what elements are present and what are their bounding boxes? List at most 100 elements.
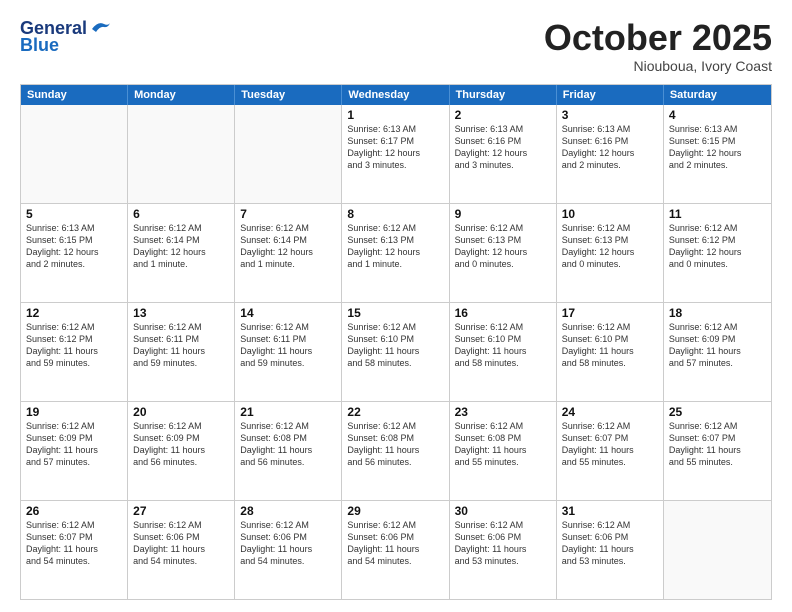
day-cell: 7Sunrise: 6:12 AM Sunset: 6:14 PM Daylig… [235,204,342,302]
day-info: Sunrise: 6:12 AM Sunset: 6:06 PM Dayligh… [562,519,658,568]
day-headers: SundayMondayTuesdayWednesdayThursdayFrid… [21,85,771,105]
day-info: Sunrise: 6:12 AM Sunset: 6:14 PM Dayligh… [240,222,336,271]
day-info: Sunrise: 6:13 AM Sunset: 6:15 PM Dayligh… [669,123,766,172]
page-container: General Blue October 2025 Niouboua, Ivor… [0,0,792,612]
day-info: Sunrise: 6:12 AM Sunset: 6:09 PM Dayligh… [133,420,229,469]
day-cell: 10Sunrise: 6:12 AM Sunset: 6:13 PM Dayli… [557,204,664,302]
day-info: Sunrise: 6:13 AM Sunset: 6:15 PM Dayligh… [26,222,122,271]
day-info: Sunrise: 6:12 AM Sunset: 6:10 PM Dayligh… [455,321,551,370]
day-number: 7 [240,207,336,221]
day-cell: 1Sunrise: 6:13 AM Sunset: 6:17 PM Daylig… [342,105,449,203]
day-cell: 20Sunrise: 6:12 AM Sunset: 6:09 PM Dayli… [128,402,235,500]
day-number: 25 [669,405,766,419]
day-number: 22 [347,405,443,419]
day-number: 10 [562,207,658,221]
day-cell: 27Sunrise: 6:12 AM Sunset: 6:06 PM Dayli… [128,501,235,599]
day-number: 31 [562,504,658,518]
day-number: 20 [133,405,229,419]
day-cell: 19Sunrise: 6:12 AM Sunset: 6:09 PM Dayli… [21,402,128,500]
day-cell: 25Sunrise: 6:12 AM Sunset: 6:07 PM Dayli… [664,402,771,500]
day-number: 15 [347,306,443,320]
day-info: Sunrise: 6:12 AM Sunset: 6:07 PM Dayligh… [26,519,122,568]
day-cell: 3Sunrise: 6:13 AM Sunset: 6:16 PM Daylig… [557,105,664,203]
day-info: Sunrise: 6:12 AM Sunset: 6:13 PM Dayligh… [562,222,658,271]
day-cell: 30Sunrise: 6:12 AM Sunset: 6:06 PM Dayli… [450,501,557,599]
day-header-sunday: Sunday [21,85,128,105]
day-info: Sunrise: 6:12 AM Sunset: 6:09 PM Dayligh… [669,321,766,370]
day-number: 28 [240,504,336,518]
day-cell: 15Sunrise: 6:12 AM Sunset: 6:10 PM Dayli… [342,303,449,401]
day-info: Sunrise: 6:12 AM Sunset: 6:09 PM Dayligh… [26,420,122,469]
day-cell: 24Sunrise: 6:12 AM Sunset: 6:07 PM Dayli… [557,402,664,500]
day-info: Sunrise: 6:12 AM Sunset: 6:14 PM Dayligh… [133,222,229,271]
day-number: 4 [669,108,766,122]
day-info: Sunrise: 6:12 AM Sunset: 6:10 PM Dayligh… [562,321,658,370]
day-info: Sunrise: 6:12 AM Sunset: 6:07 PM Dayligh… [562,420,658,469]
location: Niouboua, Ivory Coast [544,58,772,74]
day-info: Sunrise: 6:12 AM Sunset: 6:08 PM Dayligh… [347,420,443,469]
day-header-thursday: Thursday [450,85,557,105]
month-title: October 2025 [544,18,772,58]
day-info: Sunrise: 6:12 AM Sunset: 6:10 PM Dayligh… [347,321,443,370]
day-number: 8 [347,207,443,221]
day-number: 2 [455,108,551,122]
day-cell: 9Sunrise: 6:12 AM Sunset: 6:13 PM Daylig… [450,204,557,302]
day-number: 26 [26,504,122,518]
title-area: October 2025 Niouboua, Ivory Coast [544,18,772,74]
day-number: 18 [669,306,766,320]
day-number: 19 [26,405,122,419]
header: General Blue October 2025 Niouboua, Ivor… [20,18,772,74]
day-cell: 18Sunrise: 6:12 AM Sunset: 6:09 PM Dayli… [664,303,771,401]
day-info: Sunrise: 6:12 AM Sunset: 6:06 PM Dayligh… [133,519,229,568]
day-info: Sunrise: 6:13 AM Sunset: 6:16 PM Dayligh… [562,123,658,172]
day-number: 5 [26,207,122,221]
day-info: Sunrise: 6:12 AM Sunset: 6:11 PM Dayligh… [240,321,336,370]
day-cell: 8Sunrise: 6:12 AM Sunset: 6:13 PM Daylig… [342,204,449,302]
day-info: Sunrise: 6:12 AM Sunset: 6:13 PM Dayligh… [347,222,443,271]
day-cell: 26Sunrise: 6:12 AM Sunset: 6:07 PM Dayli… [21,501,128,599]
day-info: Sunrise: 6:12 AM Sunset: 6:12 PM Dayligh… [669,222,766,271]
week-row-1: 1Sunrise: 6:13 AM Sunset: 6:17 PM Daylig… [21,105,771,203]
day-number: 27 [133,504,229,518]
day-info: Sunrise: 6:12 AM Sunset: 6:08 PM Dayligh… [240,420,336,469]
calendar: SundayMondayTuesdayWednesdayThursdayFrid… [20,84,772,600]
day-header-monday: Monday [128,85,235,105]
day-cell: 29Sunrise: 6:12 AM Sunset: 6:06 PM Dayli… [342,501,449,599]
day-cell: 6Sunrise: 6:12 AM Sunset: 6:14 PM Daylig… [128,204,235,302]
day-number: 29 [347,504,443,518]
day-number: 13 [133,306,229,320]
day-number: 23 [455,405,551,419]
day-cell: 5Sunrise: 6:13 AM Sunset: 6:15 PM Daylig… [21,204,128,302]
day-info: Sunrise: 6:13 AM Sunset: 6:16 PM Dayligh… [455,123,551,172]
day-cell [235,105,342,203]
day-cell: 28Sunrise: 6:12 AM Sunset: 6:06 PM Dayli… [235,501,342,599]
day-number: 11 [669,207,766,221]
logo-blue: Blue [20,35,59,56]
day-info: Sunrise: 6:12 AM Sunset: 6:08 PM Dayligh… [455,420,551,469]
day-cell [21,105,128,203]
day-number: 21 [240,405,336,419]
day-info: Sunrise: 6:12 AM Sunset: 6:07 PM Dayligh… [669,420,766,469]
day-number: 1 [347,108,443,122]
day-number: 14 [240,306,336,320]
day-cell: 11Sunrise: 6:12 AM Sunset: 6:12 PM Dayli… [664,204,771,302]
logo-bird-icon [90,19,112,35]
day-cell: 14Sunrise: 6:12 AM Sunset: 6:11 PM Dayli… [235,303,342,401]
day-info: Sunrise: 6:12 AM Sunset: 6:12 PM Dayligh… [26,321,122,370]
day-info: Sunrise: 6:12 AM Sunset: 6:06 PM Dayligh… [455,519,551,568]
day-number: 17 [562,306,658,320]
day-info: Sunrise: 6:12 AM Sunset: 6:13 PM Dayligh… [455,222,551,271]
week-row-4: 19Sunrise: 6:12 AM Sunset: 6:09 PM Dayli… [21,401,771,500]
day-cell: 4Sunrise: 6:13 AM Sunset: 6:15 PM Daylig… [664,105,771,203]
day-info: Sunrise: 6:12 AM Sunset: 6:11 PM Dayligh… [133,321,229,370]
week-row-3: 12Sunrise: 6:12 AM Sunset: 6:12 PM Dayli… [21,302,771,401]
day-header-wednesday: Wednesday [342,85,449,105]
day-header-tuesday: Tuesday [235,85,342,105]
day-number: 3 [562,108,658,122]
day-info: Sunrise: 6:12 AM Sunset: 6:06 PM Dayligh… [347,519,443,568]
logo: General Blue [20,18,112,56]
day-number: 12 [26,306,122,320]
day-number: 30 [455,504,551,518]
day-cell [128,105,235,203]
day-cell: 17Sunrise: 6:12 AM Sunset: 6:10 PM Dayli… [557,303,664,401]
